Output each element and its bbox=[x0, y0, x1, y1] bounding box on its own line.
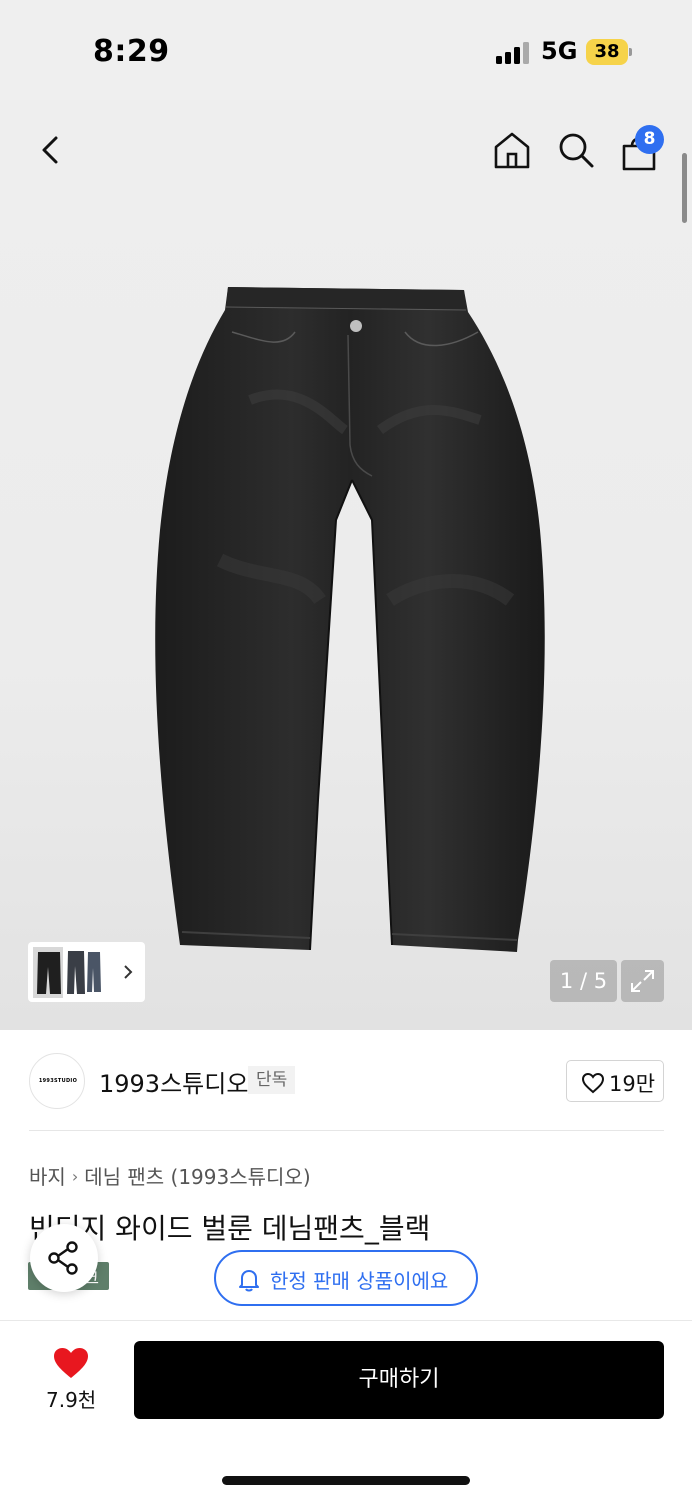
limited-sale-label: 한정 판매 상품이에요 bbox=[270, 1269, 449, 1293]
brand-name[interactable]: 1993스튜디오 bbox=[99, 1064, 248, 1099]
breadcrumb-separator: › bbox=[71, 1167, 79, 1186]
breadcrumb-item-denim[interactable]: 데님 팬츠 (1993스튜디오) bbox=[84, 1165, 310, 1189]
brand-like-count: 19만 bbox=[609, 1072, 656, 1096]
expand-button[interactable] bbox=[621, 960, 664, 1002]
breadcrumb: 바지 › 데님 팬츠 (1993스튜디오) bbox=[29, 1161, 311, 1190]
signal-icon bbox=[496, 42, 529, 64]
limited-sale-notice: 한정 판매 상품이에요 bbox=[214, 1250, 478, 1306]
buy-button[interactable]: 구매하기 bbox=[134, 1341, 664, 1419]
heart-outline-icon bbox=[581, 1072, 605, 1094]
home-indicator[interactable] bbox=[222, 1476, 470, 1485]
thumbnail-strip[interactable] bbox=[28, 942, 145, 1002]
heart-filled-icon[interactable] bbox=[52, 1346, 90, 1380]
image-counter: 1 / 5 bbox=[550, 960, 617, 1002]
search-icon[interactable] bbox=[556, 130, 596, 170]
brand-like-button[interactable]: 19만 bbox=[566, 1060, 664, 1102]
battery-icon: 38 bbox=[586, 39, 632, 65]
bottom-bar-divider bbox=[0, 1320, 692, 1321]
expand-icon bbox=[631, 970, 654, 992]
share-icon bbox=[48, 1241, 78, 1275]
jeans-image bbox=[155, 287, 545, 952]
status-bar: 8:29 5G 38 bbox=[0, 0, 692, 100]
chevron-right-icon bbox=[124, 965, 133, 979]
back-icon[interactable] bbox=[32, 130, 68, 170]
share-button[interactable] bbox=[30, 1224, 98, 1292]
bag-count-badge: 8 bbox=[635, 125, 664, 154]
like-count: 7.9천 bbox=[46, 1388, 97, 1412]
status-time: 8:29 bbox=[93, 34, 170, 69]
brand-logo[interactable]: 1993STUDIO bbox=[29, 1053, 85, 1109]
network-label: 5G bbox=[541, 37, 578, 65]
exclusive-badge: 단독 bbox=[248, 1066, 296, 1094]
scrollbar[interactable] bbox=[682, 153, 687, 223]
thumbnail-image bbox=[33, 947, 133, 998]
battery-level: 38 bbox=[594, 41, 620, 62]
bell-icon bbox=[239, 1270, 259, 1292]
home-icon[interactable] bbox=[492, 130, 532, 170]
product-image[interactable] bbox=[0, 100, 692, 1030]
breadcrumb-item-pants[interactable]: 바지 bbox=[29, 1165, 66, 1189]
divider bbox=[29, 1130, 664, 1131]
